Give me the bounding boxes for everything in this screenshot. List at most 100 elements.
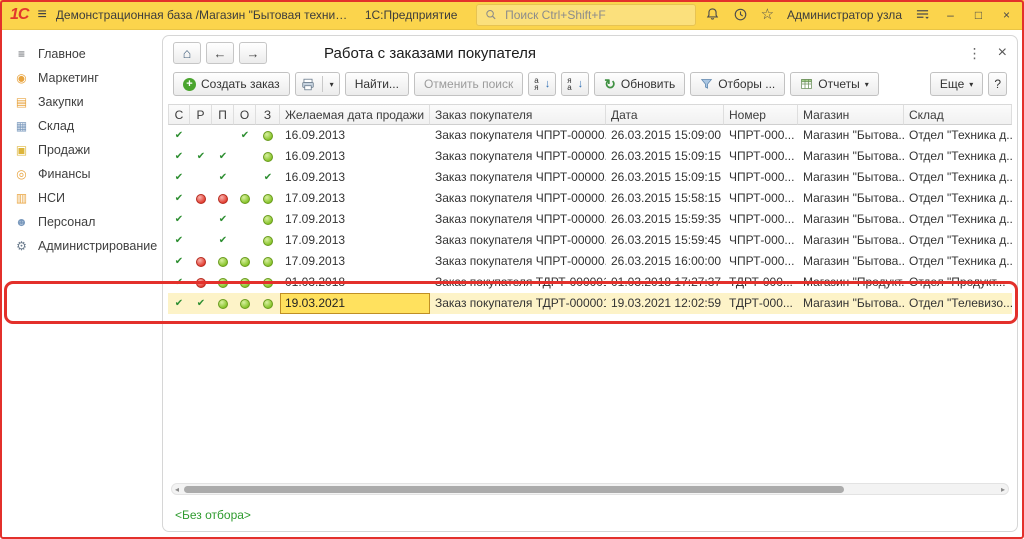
cell-wanted-date: 01.03.2018 xyxy=(280,272,430,293)
sidebar-item-nsi[interactable]: ▥НСИ xyxy=(0,186,160,210)
cell-order: Заказ покупателя ЧПРТ-00000... xyxy=(430,251,606,272)
tools-settings-icon[interactable] xyxy=(915,8,930,21)
sidebar-item-main[interactable]: ≡Главное xyxy=(0,42,160,66)
horizontal-scrollbar[interactable]: ◂ ▸ xyxy=(171,483,1009,495)
sort-ascending-button[interactable]: ая↓ xyxy=(528,72,556,96)
global-search[interactable] xyxy=(476,4,695,26)
table-row[interactable]: ✔01.03.2018Заказ покупателя ТДРТ-000001.… xyxy=(168,272,1012,293)
column-header-wanted[interactable]: Желаемая дата продажи xyxy=(280,104,430,125)
column-header-o[interactable]: О xyxy=(234,104,256,125)
cell-wanted-date: 19.03.2021 xyxy=(280,293,430,314)
more-button[interactable]: Еще ▾ xyxy=(930,72,983,96)
cell-store: Магазин "Бытова... xyxy=(798,293,904,314)
sort-arrow-down-icon2: ↓ xyxy=(578,78,584,90)
history-clock-icon[interactable] xyxy=(733,7,748,22)
more-commands-icon[interactable]: ⋮ xyxy=(968,45,982,62)
create-order-button[interactable]: + Создать заказ xyxy=(173,72,290,96)
refresh-icon: ↻ xyxy=(604,77,616,91)
flag-cell xyxy=(234,230,256,251)
more-label: Еще xyxy=(940,77,964,91)
column-header-z[interactable]: З xyxy=(256,104,280,125)
flag-cell: ✔ xyxy=(168,209,190,230)
print-button[interactable]: ▾ xyxy=(295,72,340,96)
sidebar-item-administration[interactable]: ⚙Администрирование xyxy=(0,234,160,258)
forward-button[interactable]: → xyxy=(239,42,267,64)
search-input[interactable] xyxy=(503,7,687,23)
cell-warehouse: Отдел "Телевизо... xyxy=(904,293,1012,314)
minimize-button[interactable]: – xyxy=(943,8,958,22)
cell-number: ЧПРТ-000... xyxy=(724,125,798,146)
check-icon: ✔ xyxy=(241,131,249,141)
cell-date: 26.03.2015 16:00:00 xyxy=(606,251,724,272)
sidebar-item-personnel[interactable]: ☻Персонал xyxy=(0,210,160,234)
column-header-warehouse[interactable]: Склад xyxy=(904,104,1012,125)
reports-button[interactable]: Отчеты ▾ xyxy=(790,72,879,96)
content-area: ≡Главное◉Маркетинг▤Закупки▦Склад▣Продажи… xyxy=(0,30,1024,539)
column-header-p[interactable]: П xyxy=(212,104,234,125)
sidebar-item-warehouse[interactable]: ▦Склад xyxy=(0,114,160,138)
cancel-search-button[interactable]: Отменить поиск xyxy=(414,72,523,96)
check-icon: ✔ xyxy=(175,131,183,141)
home-button[interactable]: ⌂ xyxy=(173,42,201,64)
orders-table: СРПОЗЖелаемая дата продажиЗаказ покупате… xyxy=(168,104,1012,314)
favorites-star-icon[interactable]: ☆ xyxy=(761,7,774,22)
sidebar-item-sales[interactable]: ▣Продажи xyxy=(0,138,160,162)
flag-cell: ✔ xyxy=(168,251,190,272)
sidebar-item-label: НСИ xyxy=(38,191,65,205)
cell-store: Магазин "Бытова... xyxy=(798,230,904,251)
table-row[interactable]: ✔17.09.2013Заказ покупателя ЧПРТ-00000..… xyxy=(168,188,1012,209)
flag-cell: ✔ xyxy=(168,146,190,167)
table-row[interactable]: ✔✔17.09.2013Заказ покупателя ЧПРТ-00000.… xyxy=(168,230,1012,251)
table-row[interactable]: ✔✔19.03.2021Заказ покупателя ТДРТ-000001… xyxy=(168,293,1012,314)
status-green-icon xyxy=(218,278,228,288)
notifications-bell-icon[interactable] xyxy=(705,7,720,22)
scrollbar-thumb[interactable] xyxy=(184,486,844,493)
flag-cell: ✔ xyxy=(168,167,190,188)
find-button[interactable]: Найти... xyxy=(345,72,409,96)
check-icon: ✔ xyxy=(219,152,227,162)
column-header-date[interactable]: Дата xyxy=(606,104,724,125)
check-icon: ✔ xyxy=(197,299,205,309)
column-header-r[interactable]: Р xyxy=(190,104,212,125)
cell-wanted-date: 16.09.2013 xyxy=(280,167,430,188)
table-row[interactable]: ✔✔17.09.2013Заказ покупателя ЧПРТ-00000.… xyxy=(168,209,1012,230)
help-button[interactable]: ? xyxy=(988,72,1007,96)
current-user[interactable]: Администратор узла xyxy=(787,8,902,22)
column-header-number[interactable]: Номер xyxy=(724,104,798,125)
scroll-left-icon[interactable]: ◂ xyxy=(172,485,182,494)
table-row[interactable]: ✔✔16.09.2013Заказ покупателя ЧПРТ-00000.… xyxy=(168,125,1012,146)
flag-cell xyxy=(212,272,234,293)
column-header-order[interactable]: Заказ покупателя xyxy=(430,104,606,125)
cart-out-icon: ▣ xyxy=(14,143,29,157)
filter-status[interactable]: <Без отбора> xyxy=(175,508,251,522)
flag-cell xyxy=(190,188,212,209)
flag-cell xyxy=(256,272,280,293)
main-menu-icon[interactable]: ≡ xyxy=(37,6,46,24)
maximize-button[interactable]: □ xyxy=(971,8,986,22)
table-row[interactable]: ✔✔✔16.09.2013Заказ покупателя ЧПРТ-00000… xyxy=(168,146,1012,167)
wanted-date-editor[interactable]: 19.03.2021 xyxy=(280,293,430,314)
refresh-button[interactable]: ↻ Обновить xyxy=(594,72,685,96)
flag-cell xyxy=(212,251,234,272)
column-header-store[interactable]: Магазин xyxy=(798,104,904,125)
flag-cell xyxy=(234,293,256,314)
filters-button[interactable]: Отборы ... xyxy=(690,72,785,96)
form-close-button[interactable]: × xyxy=(998,45,1007,61)
table-row[interactable]: ✔17.09.2013Заказ покупателя ЧПРТ-00000..… xyxy=(168,251,1012,272)
check-icon: ✔ xyxy=(175,194,183,204)
cart-in-icon: ▤ xyxy=(14,95,29,109)
sort-descending-button[interactable]: яа↓ xyxy=(561,72,589,96)
create-order-label: Создать заказ xyxy=(201,77,280,91)
sidebar-item-finance[interactable]: ◎Финансы xyxy=(0,162,160,186)
table-header: СРПОЗЖелаемая дата продажиЗаказ покупате… xyxy=(168,104,1012,125)
close-button[interactable]: × xyxy=(999,8,1014,22)
status-green-icon xyxy=(240,299,250,309)
cell-store: Магазин "Продукт... xyxy=(798,272,904,293)
column-header-s[interactable]: С xyxy=(168,104,190,125)
sidebar-item-purchases[interactable]: ▤Закупки xyxy=(0,90,160,114)
table-row[interactable]: ✔✔✔16.09.2013Заказ покупателя ЧПРТ-00000… xyxy=(168,167,1012,188)
cell-order: Заказ покупателя ТДРТ-000001... xyxy=(430,293,606,314)
back-button[interactable]: ← xyxy=(206,42,234,64)
sidebar-item-marketing[interactable]: ◉Маркетинг xyxy=(0,66,160,90)
scroll-right-icon[interactable]: ▸ xyxy=(998,485,1008,494)
